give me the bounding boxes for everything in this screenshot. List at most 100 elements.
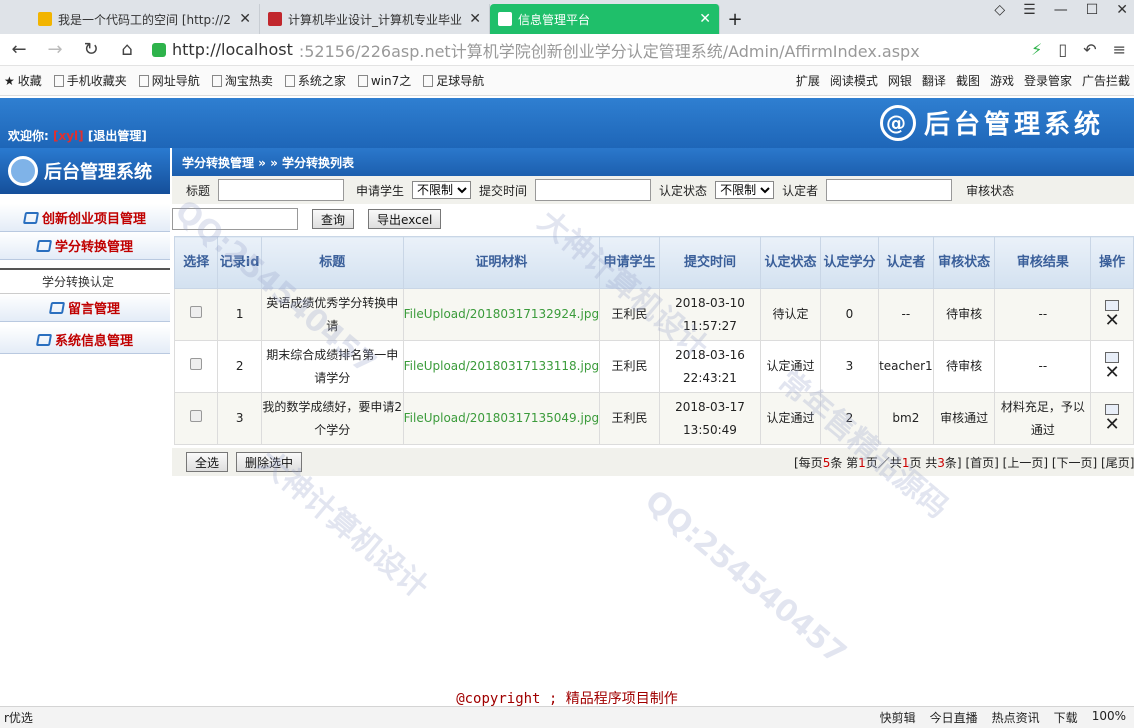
sidebar-subitem-credit-affirm[interactable]: 学分转换认定 [0,268,170,294]
delete-selected-button[interactable]: 删除选中 [236,452,303,472]
address-bar: ← → ↻ ⌂ http://localhost:52156/226asp.ne… [0,34,1134,66]
shirt-icon[interactable]: ◇ [994,2,1005,18]
bookmark-item[interactable]: 淘宝热卖 [211,72,273,89]
applicant-select[interactable]: 不限制 [412,181,472,199]
sidebar-item-label: 创新创业项目管理 [41,212,146,227]
reload-icon[interactable]: ↻ [80,39,102,60]
sidebar-item-system[interactable]: 系统信息管理 [0,326,170,354]
cell-title: 我的数学成绩好，要申请2个学分 [260,392,404,445]
adblock-button[interactable]: 广告拦截 [1082,72,1130,89]
status-select[interactable]: 不限制 [715,181,775,199]
home-icon[interactable]: ⌂ [116,39,138,60]
download-button[interactable]: 下载 [1054,709,1078,726]
translate-button[interactable]: 翻译 [922,72,946,89]
bookmark-item[interactable]: ★ 收藏 [4,72,42,89]
login-manager-button[interactable]: 登录管家 [1024,72,1072,89]
app-header: 欢迎你: [xyl] [退出管理] @ 后台管理系统 [0,98,1134,148]
bookmark-item[interactable]: 手机收藏夹 [53,72,127,89]
games-button[interactable]: 游戏 [990,72,1014,89]
forward-icon[interactable]: → [44,39,66,60]
delete-icon[interactable]: ✕ [1105,416,1120,434]
col-header: 认定状态 [759,236,821,289]
cell-credit: 3 [819,340,880,393]
cell-status: 认定通过 [759,340,821,393]
close-window-icon[interactable]: ✕ [1116,2,1128,18]
zoom-level[interactable]: 100% [1092,709,1126,726]
last-page-link[interactable]: [尾页] [1101,456,1134,470]
approver-input[interactable] [826,179,953,201]
prev-page-link[interactable]: [上一页] [1003,456,1048,470]
bookmarks-bar: ★ 收藏 手机收藏夹 网址导航 淘宝热卖 系统之家 win7之 足球导航 扩展 阅… [0,66,1134,96]
close-icon[interactable]: ✕ [239,11,251,27]
col-header: 审核状态 [932,236,996,289]
table-row: 1 英语成绩优秀学分转换申请 FileUpload/20180317132924… [173,288,1134,341]
file-link[interactable]: FileUpload/20180317132924.jpg [404,307,599,321]
minimize-icon[interactable]: — [1054,2,1068,18]
col-header: 记录id [217,236,262,289]
watermark: QQ:254540457 [638,483,853,672]
sidebar-item-projects[interactable]: 创新创业项目管理 [0,204,170,232]
sidebar-item-credit-conversion[interactable]: 学分转换管理 [0,232,170,260]
col-header: 认定学分 [819,236,880,289]
file-link[interactable]: FileUpload/20180317133118.jpg [404,359,599,373]
sidebar-item-messages[interactable]: 留言管理 [0,294,170,322]
col-header: 证明材料 [402,236,601,289]
lightning-icon[interactable]: ⚡ [1031,40,1042,59]
title-input[interactable] [218,179,345,201]
delete-icon[interactable]: ✕ [1105,364,1120,382]
browser-tab-1[interactable]: 我是一个代码工的空间 [http://2 ✕ [30,4,260,34]
query-button[interactable]: 查询 [312,209,355,229]
bookmark-item[interactable]: win7之 [357,72,411,89]
file-link[interactable]: FileUpload/20180317135049.jpg [404,411,599,425]
clip-button[interactable]: 快剪辑 [880,709,916,726]
next-page-link[interactable]: [下一页] [1052,456,1097,470]
undo-icon[interactable]: ↶ [1083,40,1096,59]
bookmark-item[interactable]: 系统之家 [284,72,346,89]
browser-tab-3[interactable]: 信息管理平台 ✕ [490,4,720,34]
brand: @ 后台管理系统 [879,104,1104,141]
review-input[interactable] [172,208,298,230]
submit-time-input[interactable] [535,179,652,201]
toolbar-right: 扩展 阅读模式 网银 翻译 截图 游戏 登录管家 广告拦截 [796,72,1130,89]
extension-button[interactable]: 扩展 [796,72,820,89]
logout-link[interactable]: [退出管理] [88,129,147,143]
live-button[interactable]: 今日直播 [930,709,978,726]
first-page-link[interactable]: [首页] [965,456,998,470]
new-tab-button[interactable]: + [720,4,750,34]
menu-icon[interactable]: ☰ [1023,2,1036,18]
url-field[interactable]: http://localhost:52156/226asp.net计算机学院创新… [152,37,1017,63]
table-row: 2 期末综合成绩排名第一申请学分 FileUpload/201803171331… [173,340,1134,393]
pager-text: 条] [944,455,962,470]
tab-title: 我是一个代码工的空间 [http://2 [58,12,231,27]
export-button[interactable]: 导出excel [368,209,442,229]
row-checkbox[interactable] [190,306,203,318]
bank-button[interactable]: 网银 [888,72,912,89]
sidebar-logo-text: 后台管理系统 [44,162,152,183]
news-button[interactable]: 热点资讯 [992,709,1040,726]
sidebar: 后台管理系统 创新创业项目管理 学分转换管理 学分转换认定 留言管理 系统信息管… [0,148,170,648]
select-all-button[interactable]: 全选 [186,452,229,472]
welcome-label: 欢迎你: [8,129,49,143]
cell-result: 材料充足，予以通过 [994,392,1092,445]
close-icon[interactable]: ✕ [699,11,711,27]
url-path: :52156/226asp.net计算机学院创新创业学分认定管理系统/Admin… [298,41,920,61]
page-icon [423,74,434,87]
row-checkbox[interactable] [190,410,203,422]
browser-tab-bar: 我是一个代码工的空间 [http://2 ✕ 计算机毕业设计_计算机专业毕业 ✕… [0,0,1134,34]
bookmark-item[interactable]: 足球导航 [423,72,484,89]
phone-icon[interactable]: ▯ [1058,40,1067,59]
browser-tab-2[interactable]: 计算机毕业设计_计算机专业毕业 ✕ [260,4,490,34]
sidebar-logo: 后台管理系统 [0,148,170,194]
maximize-icon[interactable]: ☐ [1086,2,1099,18]
close-icon[interactable]: ✕ [469,11,481,27]
row-checkbox[interactable] [190,358,203,370]
reader-mode-button[interactable]: 阅读模式 [830,72,878,89]
bookmark-item[interactable]: 网址导航 [138,72,200,89]
cell-title: 期末综合成绩排名第一申请学分 [260,340,404,393]
hamburger-icon[interactable]: ≡ [1113,40,1126,59]
cell-id: 3 [217,392,262,445]
back-icon[interactable]: ← [8,39,30,60]
screenshot-button[interactable]: 截图 [956,72,980,89]
cell-credit: 2 [819,392,880,445]
delete-icon[interactable]: ✕ [1105,312,1120,330]
